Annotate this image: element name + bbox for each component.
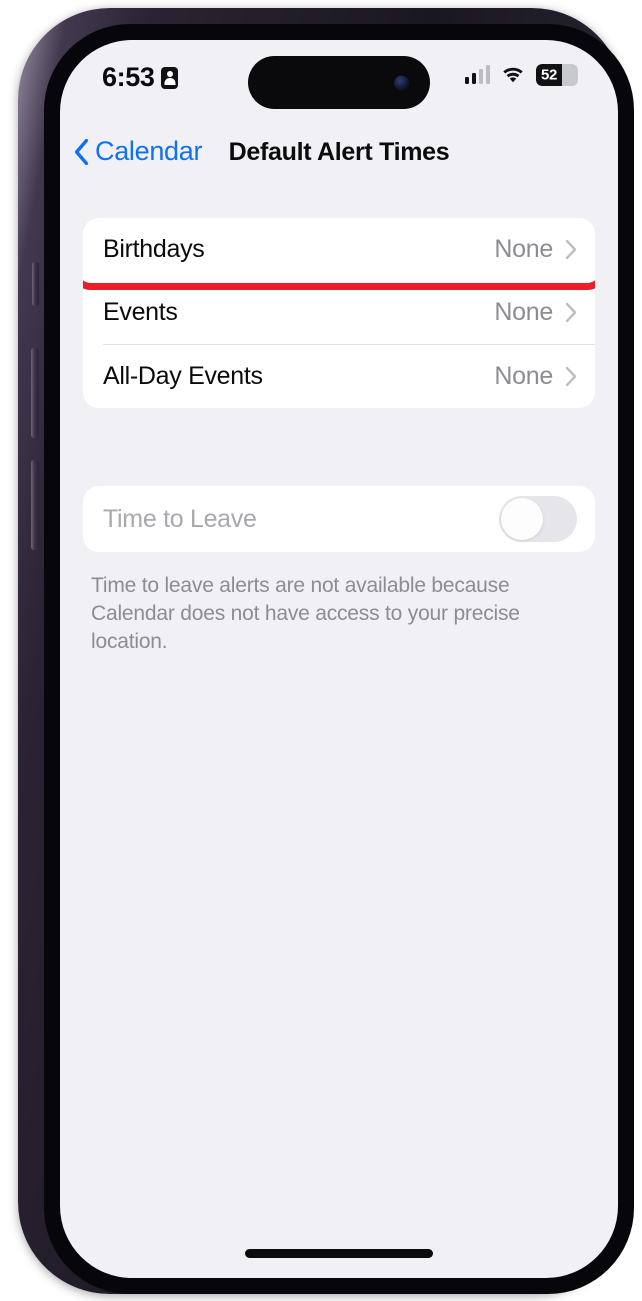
chevron-left-icon <box>74 138 89 165</box>
chevron-right-icon <box>565 239 577 260</box>
battery-icon: 52 <box>536 64 578 86</box>
row-value: None <box>494 298 553 326</box>
status-icons-group: 52 <box>464 64 578 86</box>
status-time-group: 6:53 <box>102 62 179 93</box>
front-camera-icon <box>394 75 409 90</box>
settings-row-birthdays[interactable]: Birthdays None <box>83 218 595 281</box>
wifi-icon <box>503 67 523 83</box>
home-indicator[interactable] <box>245 1249 433 1258</box>
settings-content: Birthdays None Events None All-Day Event… <box>60 192 618 1278</box>
row-label: Birthdays <box>103 235 205 263</box>
chevron-right-icon <box>565 302 577 323</box>
volume-down-button[interactable] <box>31 460 39 550</box>
navigation-bar: Calendar Default Alert Times <box>60 130 618 186</box>
cellular-signal-icon <box>464 65 490 84</box>
chevron-right-icon <box>565 366 577 387</box>
phone-frame: 6:53 52 Calendar Default Alert Times Bir… <box>18 8 634 1294</box>
time-to-leave-card: Time to Leave <box>83 486 595 552</box>
time-to-leave-toggle <box>499 496 577 542</box>
birthdays-row-wrapper: Birthdays None <box>83 218 595 290</box>
status-bar: 6:53 52 <box>60 40 618 124</box>
time-to-leave-footer-note: Time to leave alerts are not available b… <box>91 574 520 653</box>
contact-card-icon <box>161 66 179 89</box>
row-value: None <box>494 362 553 390</box>
row-value: None <box>494 235 553 263</box>
settings-row-time-to-leave: Time to Leave <box>83 486 595 552</box>
row-label: Events <box>103 298 178 326</box>
back-button-label: Calendar <box>95 136 203 166</box>
row-label: Time to Leave <box>103 504 257 533</box>
battery-level-text: 52 <box>541 66 558 84</box>
status-time: 6:53 <box>102 62 155 92</box>
dynamic-island <box>248 56 430 109</box>
row-label: All-Day Events <box>103 362 263 390</box>
mute-switch-button[interactable] <box>32 262 39 306</box>
back-button[interactable]: Calendar <box>74 136 202 167</box>
page-title: Default Alert Times <box>228 138 450 166</box>
volume-up-button[interactable] <box>31 348 39 438</box>
default-alert-times-card: Birthdays None Events None All-Day Event… <box>83 218 595 408</box>
settings-row-events[interactable]: Events None <box>83 281 595 344</box>
toggle-knob <box>501 498 543 540</box>
phone-screen: 6:53 52 Calendar Default Alert Times Bir… <box>60 40 618 1278</box>
settings-row-all-day-events[interactable]: All-Day Events None <box>83 345 595 408</box>
